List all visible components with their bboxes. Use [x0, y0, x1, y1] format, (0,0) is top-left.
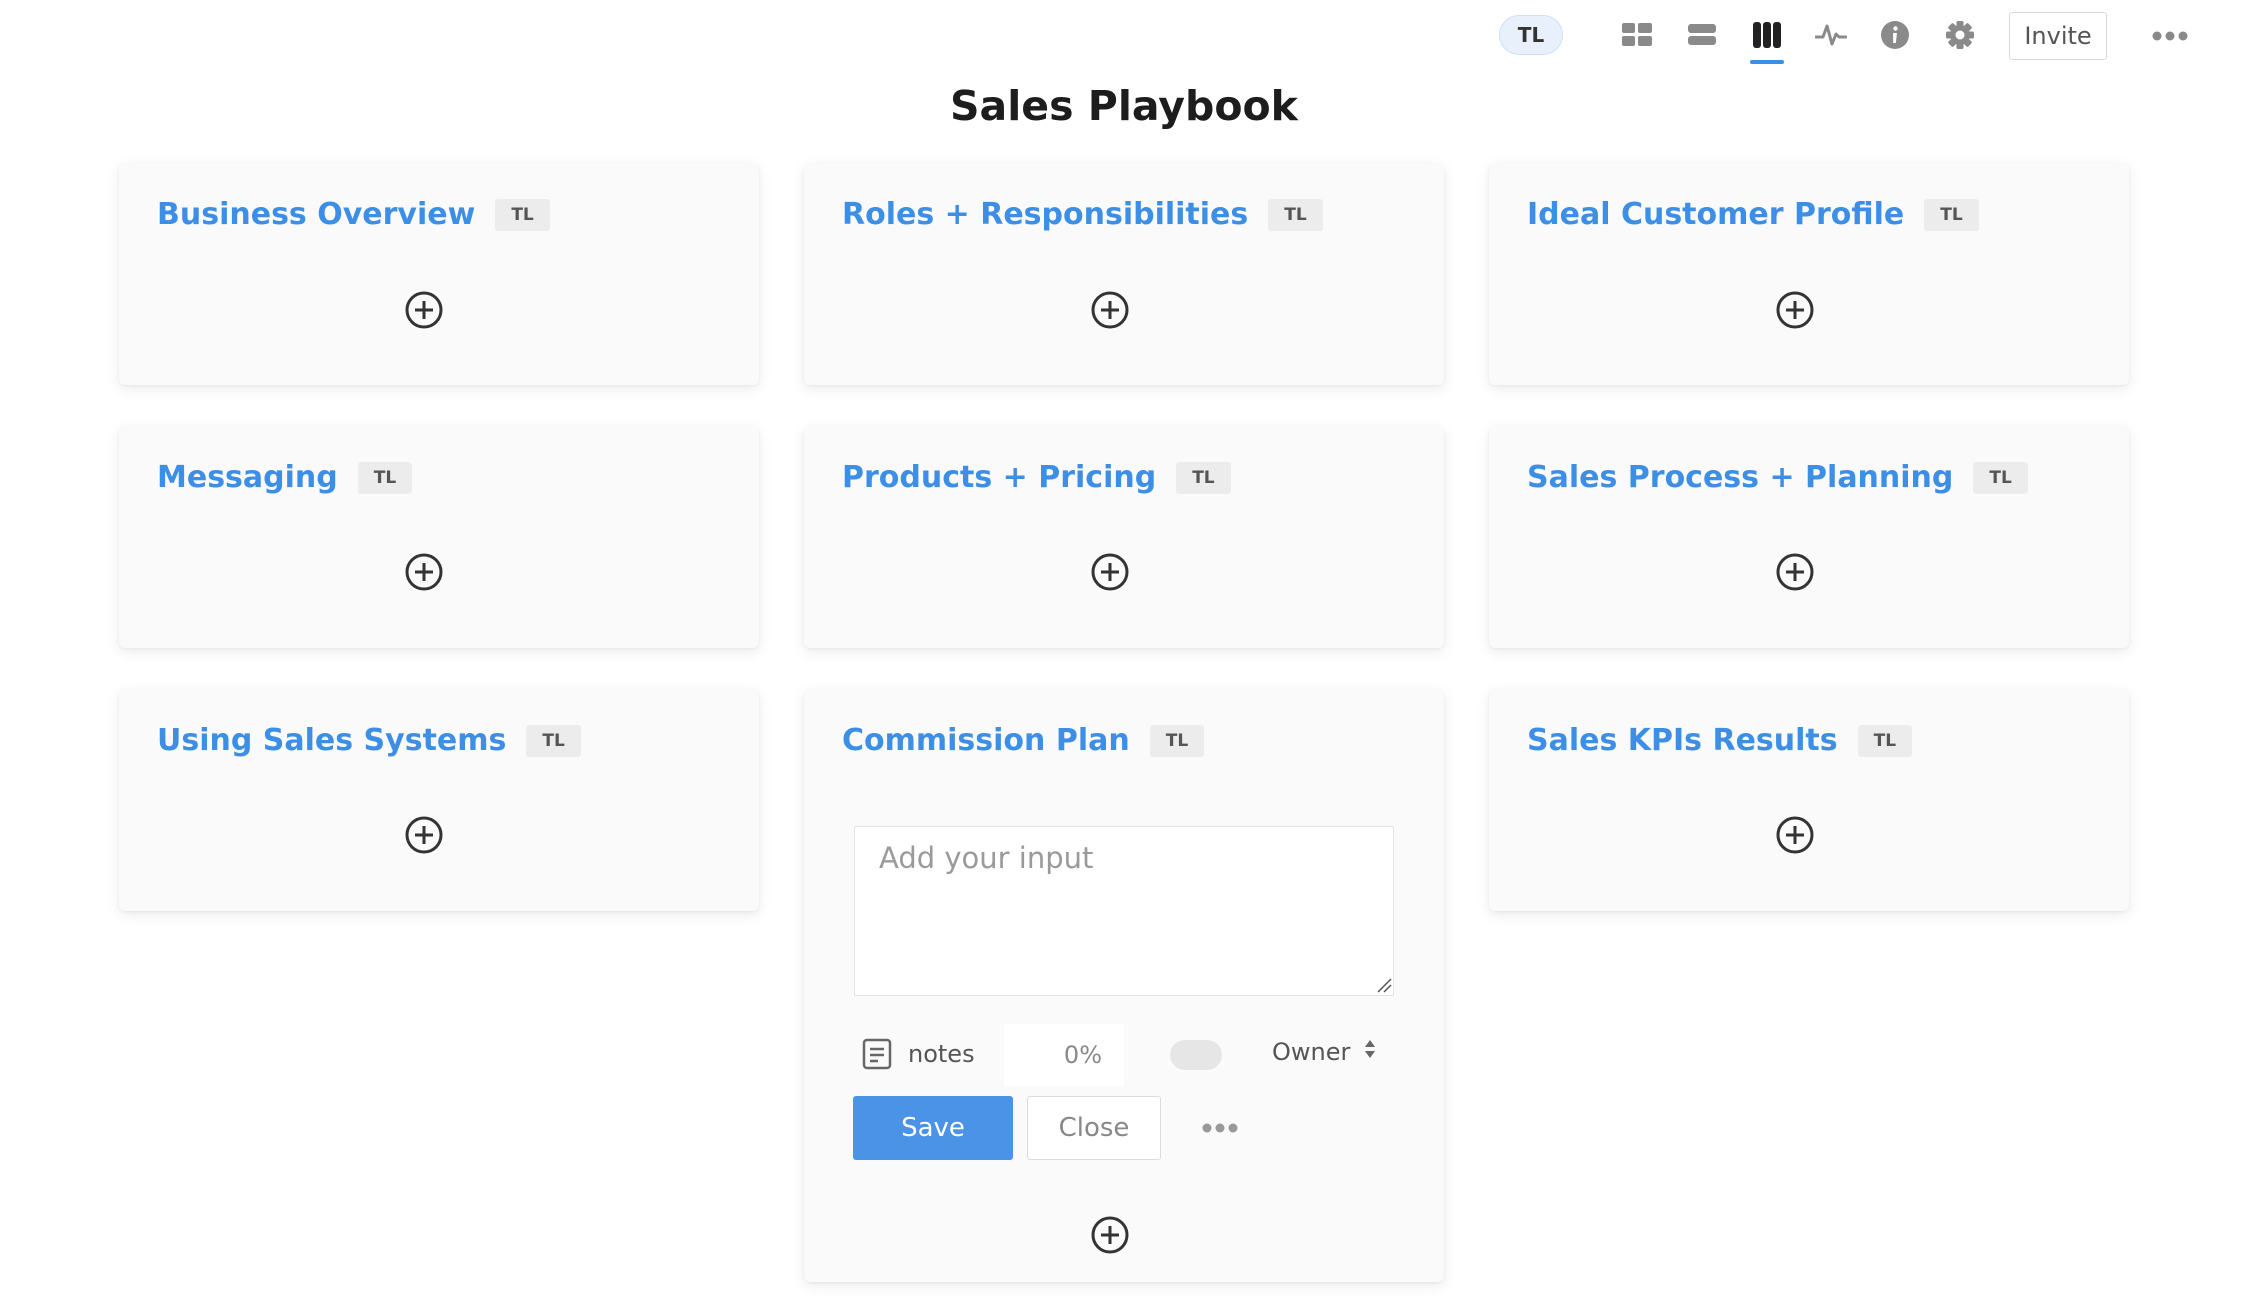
add-item-icon[interactable] [1090, 1215, 1130, 1255]
card-business-overview: Business Overview TL [119, 163, 759, 385]
add-item-icon[interactable] [1090, 552, 1130, 592]
page-title: Sales Playbook [950, 82, 1298, 130]
card-title[interactable]: Sales Process + Planning [1527, 460, 1953, 495]
board-view-icon[interactable] [1750, 18, 1784, 52]
top-toolbar: TL Invite [0, 0, 2248, 72]
grid-view-icon[interactable] [1620, 18, 1654, 52]
info-icon[interactable] [1878, 18, 1912, 52]
card-title[interactable]: Business Overview [157, 197, 475, 232]
add-item-icon[interactable] [404, 552, 444, 592]
user-avatar-chip[interactable]: TL [1499, 15, 1563, 55]
active-view-indicator [1750, 60, 1784, 64]
add-item-icon[interactable] [404, 290, 444, 330]
card-sales-process-planning: Sales Process + Planning TL [1489, 426, 2129, 648]
card-title[interactable]: Ideal Customer Profile [1527, 197, 1904, 232]
card-title[interactable]: Sales KPIs Results [1527, 723, 1838, 758]
card-roles-responsibilities: Roles + Responsibilities TL [804, 163, 1444, 385]
card-messaging: Messaging TL [119, 426, 759, 648]
card-title[interactable]: Roles + Responsibilities [842, 197, 1248, 232]
activity-icon[interactable] [1814, 18, 1848, 52]
gear-icon[interactable] [1943, 18, 1977, 52]
owner-badge: TL [357, 461, 413, 494]
card-title[interactable]: Products + Pricing [842, 460, 1156, 495]
owner-badge: TL [495, 198, 550, 231]
add-item-icon[interactable] [1775, 815, 1815, 855]
card-commission-plan: Commission Plan TL notes 0% Owner Save C… [804, 689, 1444, 1282]
add-item-icon[interactable] [1090, 290, 1130, 330]
add-item-icon[interactable] [1775, 552, 1815, 592]
card-ideal-customer-profile: Ideal Customer Profile TL [1489, 163, 2129, 385]
item-options-row: notes 0% Owner [854, 1024, 1414, 1086]
owner-badge: TL [1924, 198, 1979, 231]
progress-percent-field[interactable]: 0% [1004, 1024, 1124, 1086]
close-button[interactable]: Close [1027, 1096, 1161, 1160]
card-products-pricing: Products + Pricing TL [804, 426, 1444, 648]
owner-select-label: Owner [1272, 1038, 1351, 1066]
owner-badge: TL [1149, 724, 1205, 757]
item-input[interactable] [854, 826, 1394, 996]
card-title[interactable]: Using Sales Systems [157, 723, 506, 758]
more-options-icon[interactable] [1200, 1113, 1240, 1143]
owner-badge: TL [1268, 198, 1323, 231]
card-title[interactable]: Commission Plan [842, 723, 1130, 758]
owner-badge: TL [1857, 724, 1913, 757]
status-toggle[interactable] [1170, 1040, 1222, 1070]
add-item-icon[interactable] [404, 815, 444, 855]
notes-label[interactable]: notes [908, 1040, 975, 1068]
updown-chevron-icon [1364, 1038, 1376, 1066]
card-sales-kpis-results: Sales KPIs Results TL [1489, 689, 2129, 911]
more-icon[interactable] [2150, 22, 2190, 50]
owner-badge: TL [1973, 461, 2028, 494]
notes-icon[interactable] [862, 1038, 892, 1070]
owner-badge: TL [526, 724, 581, 757]
card-using-sales-systems: Using Sales Systems TL [119, 689, 759, 911]
owner-select[interactable]: Owner [1272, 1038, 1376, 1066]
list-view-icon[interactable] [1685, 18, 1719, 52]
card-title[interactable]: Messaging [157, 460, 338, 495]
resize-grip-icon[interactable] [1376, 977, 1392, 993]
add-item-icon[interactable] [1775, 290, 1815, 330]
save-button[interactable]: Save [853, 1096, 1013, 1160]
owner-badge: TL [1176, 461, 1231, 494]
invite-button[interactable]: Invite [2009, 12, 2107, 60]
